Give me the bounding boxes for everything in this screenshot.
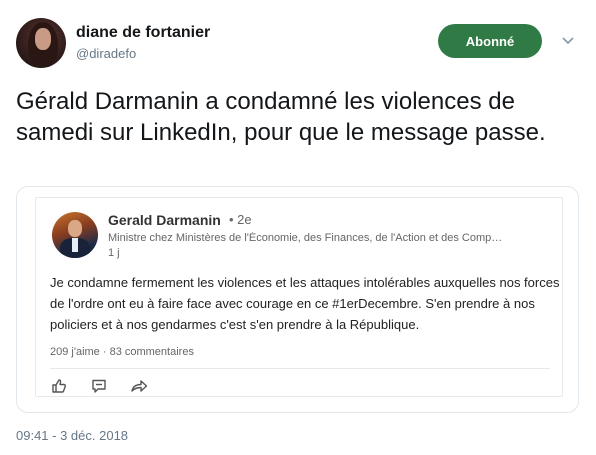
embedded-image-card[interactable]: Gerald Darmanin • 2e Ministre chez Minis…	[16, 186, 579, 413]
author-handle[interactable]: @diradefo	[76, 46, 136, 61]
follow-button[interactable]: Abonné	[438, 24, 542, 58]
linkedin-author-avatar	[52, 212, 98, 258]
connection-degree: • 2e	[229, 212, 252, 227]
chevron-down-icon[interactable]	[559, 32, 577, 50]
author-name[interactable]: diane de fortanier	[76, 24, 210, 42]
linkedin-author-headline: Ministre chez Ministères de l'Économie, …	[108, 232, 503, 244]
linkedin-post-stats: 209 j'aime · 83 commentaires	[50, 346, 194, 358]
linkedin-actions	[50, 378, 148, 394]
share-icon	[130, 378, 148, 394]
tweet-timestamp[interactable]: 09:41 - 3 déc. 2018	[16, 428, 128, 443]
linkedin-post: Gerald Darmanin • 2e Ministre chez Minis…	[35, 197, 563, 397]
author-avatar[interactable]	[16, 18, 66, 68]
linkedin-post-body: Je condamne fermement les violences et l…	[50, 275, 560, 332]
tweet-header: diane de fortanier @diradefo Abonné	[16, 18, 580, 68]
linkedin-author-name: Gerald Darmanin	[108, 212, 221, 228]
tweet-text: Gérald Darmanin a condamné les violences…	[16, 88, 546, 146]
linkedin-post-time: 1 j	[108, 247, 120, 259]
comment-icon	[90, 378, 108, 394]
divider	[50, 368, 550, 369]
like-icon	[50, 378, 68, 394]
